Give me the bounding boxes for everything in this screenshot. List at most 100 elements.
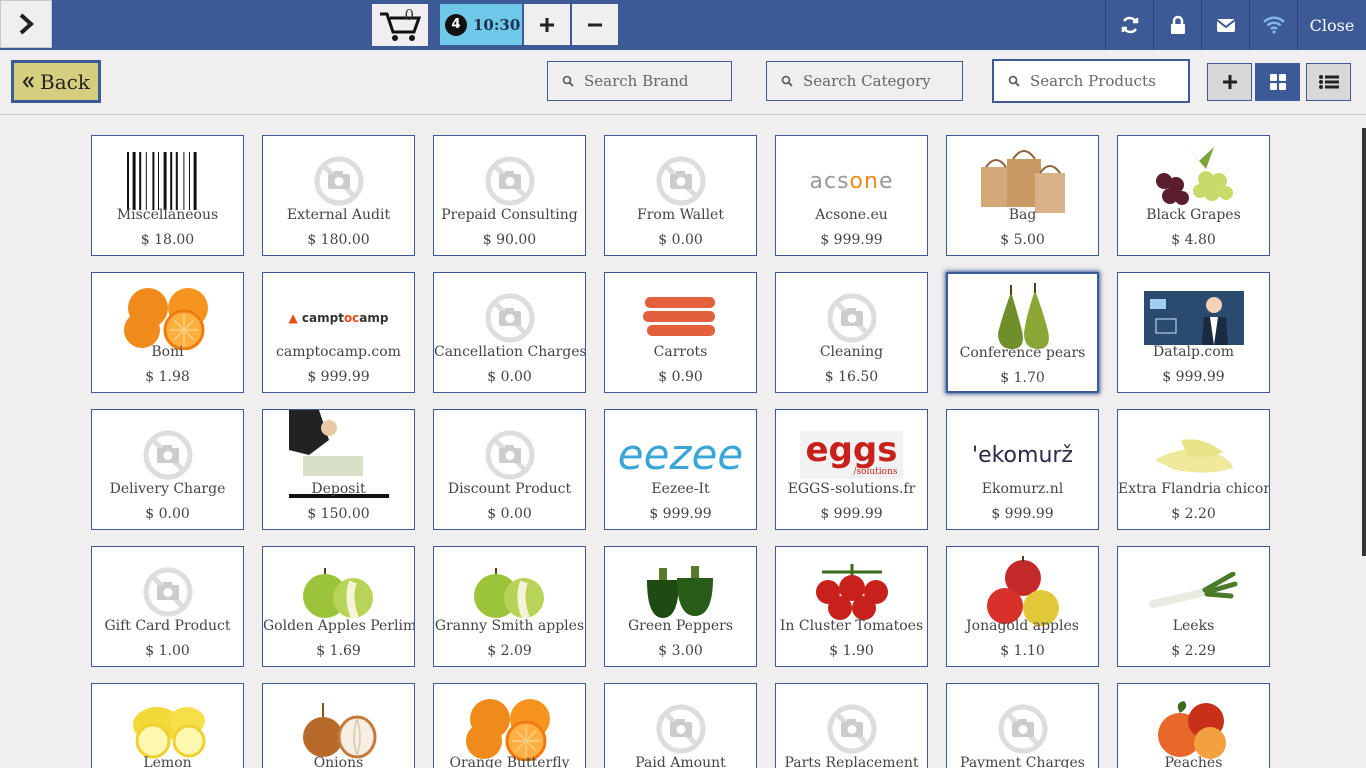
product-price: $ 0.90 [658,369,703,385]
eezee-logo: eezee [617,430,744,479]
sync-button[interactable] [1105,0,1153,50]
eggs-logo: eggs/solutions [776,424,927,486]
product-card[interactable]: Miscellaneous $ 18.00 [91,135,244,256]
product-toolbar: Back [0,50,1366,115]
add-order-button[interactable] [524,4,570,45]
product-card[interactable]: External Audit $ 180.00 [262,135,415,256]
product-price: $ 90.00 [482,232,537,248]
product-card[interactable]: Parts Replacement [775,683,928,768]
no-image-icon [434,424,585,486]
barcode-icon [92,150,243,212]
tomato-icon [776,561,927,623]
search-icon [562,75,574,87]
product-name: Ekomurz.nl [981,481,1064,497]
grid-icon [1269,74,1286,90]
product-card[interactable]: From Wallet $ 0.00 [604,135,757,256]
product-price: $ 0.00 [145,506,190,522]
search-category[interactable] [766,61,963,101]
product-name: Cleaning [819,344,884,360]
product-card[interactable]: Black Grapes $ 4.80 [1117,135,1270,256]
product-name: Discount Product [447,481,572,497]
product-card[interactable]: ▲ camptocamp camptocamp.com $ 999.99 [262,272,415,393]
product-card[interactable]: Peaches [1117,683,1270,768]
search-products-input[interactable] [1030,72,1170,90]
product-card[interactable]: In Cluster Tomatoes $ 1.90 [775,546,928,667]
product-card[interactable]: Conference pears $ 1.70 [946,272,1099,393]
product-price: $ 0.00 [487,369,532,385]
product-name: Miscellaneous [116,207,219,223]
ekomurz-logo: 'ekomurž [972,442,1073,468]
back-button[interactable]: Back [11,60,101,103]
cart-button[interactable]: 0 [372,4,428,46]
product-card[interactable]: Deposit $ 150.00 [262,409,415,530]
product-name: Paid Amount [635,755,726,768]
product-price: $ 1.00 [145,643,190,659]
product-card[interactable]: Carrots $ 0.90 [604,272,757,393]
plus-icon [540,17,554,32]
search-category-input[interactable] [803,72,943,90]
product-name: Gift Card Product [104,618,231,634]
bag-icon [947,150,1098,213]
onion-icon [263,698,414,760]
product-price: $ 999.99 [1162,369,1225,385]
grid-view-button[interactable] [1255,63,1300,101]
product-card[interactable]: Cancellation Charges $ 0.00 [433,272,586,393]
product-card[interactable]: Jonagold apples $ 1.10 [946,546,1099,667]
lock-button[interactable] [1153,0,1201,50]
search-brand-input[interactable] [584,72,724,90]
product-price: $ 999.99 [820,232,883,248]
product-name: Green Peppers [627,618,734,634]
pepper-icon [605,561,756,623]
product-card[interactable]: 'ekomurž Ekomurz.nl $ 999.99 [946,409,1099,530]
product-card[interactable]: acsone Acsone.eu $ 999.99 [775,135,928,256]
product-card[interactable]: eggs/solutions EGGS-solutions.fr $ 999.99 [775,409,928,530]
product-card[interactable]: Paid Amount [604,683,757,768]
toggle-menu-button[interactable] [0,0,52,48]
messages-button[interactable] [1201,0,1249,50]
order-tab[interactable]: 4 10:30 [440,4,522,45]
product-card[interactable]: Green Peppers $ 3.00 [604,546,757,667]
search-products[interactable] [992,59,1190,103]
product-card[interactable]: Extra Flandria chicory $ 2.20 [1117,409,1270,530]
pear-icon [948,283,1097,350]
product-card[interactable]: Prepaid Consulting $ 90.00 [433,135,586,256]
product-card[interactable]: Discount Product $ 0.00 [433,409,586,530]
product-card[interactable]: Onions [262,683,415,768]
red-apple-icon [947,556,1098,626]
search-brand[interactable] [547,61,732,101]
product-name: Black Grapes [1146,207,1241,223]
product-card[interactable]: Leeks $ 2.29 [1117,546,1270,667]
chicory-icon [1118,424,1269,486]
product-card[interactable]: Gift Card Product $ 1.00 [91,546,244,667]
product-name: Payment Charges [960,755,1085,768]
double-chevron-left-icon [22,75,34,88]
no-image-icon [947,698,1098,760]
product-card[interactable]: eezee Eezee-It $ 999.99 [604,409,757,530]
product-name: External Audit [286,207,391,223]
product-card[interactable]: Datalp.com $ 999.99 [1117,272,1270,393]
product-card[interactable]: Delivery Charge $ 0.00 [91,409,244,530]
product-card[interactable]: Boni $ 1.98 [91,272,244,393]
close-button[interactable]: Close [1297,0,1366,50]
deposit-image-icon [263,410,414,498]
product-price: $ 3.00 [658,643,703,659]
remove-order-button[interactable] [572,4,618,45]
product-card[interactable]: Lemon [91,683,244,768]
product-card[interactable]: Payment Charges [946,683,1099,768]
product-card[interactable]: Orange Butterfly [433,683,586,768]
product-card[interactable]: Cleaning $ 16.50 [775,272,928,393]
add-product-button[interactable] [1207,63,1252,101]
product-name: In Cluster Tomatoes [779,618,924,634]
lemon-icon [92,698,243,760]
product-card[interactable]: Golden Apples Perlim $ 1.69 [262,546,415,667]
product-name: Bag [1008,207,1037,223]
product-name: Leeks [1172,618,1215,634]
scrollbar[interactable] [1362,128,1366,556]
connection-status[interactable] [1249,0,1297,50]
list-view-button[interactable] [1306,63,1351,101]
cart-icon [380,12,422,41]
product-price: $ 999.99 [649,506,712,522]
product-card[interactable]: Granny Smith apples $ 2.09 [433,546,586,667]
search-icon [1008,75,1020,87]
product-card[interactable]: Bag $ 5.00 [946,135,1099,256]
